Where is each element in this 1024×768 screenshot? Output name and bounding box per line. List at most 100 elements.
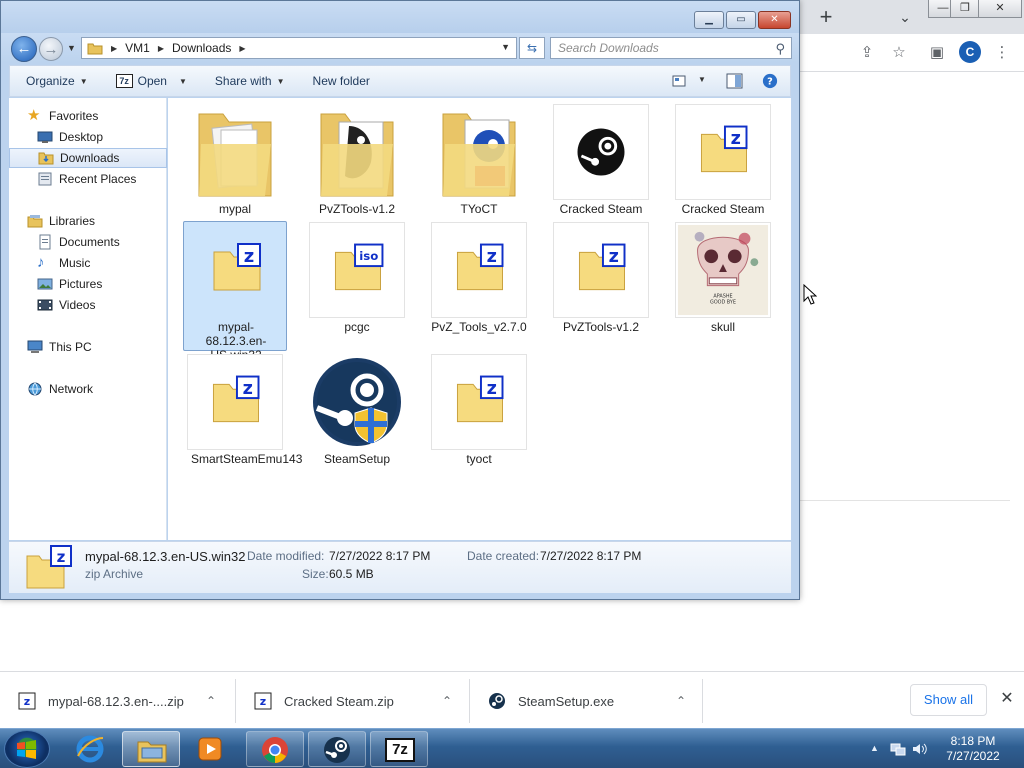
nav-network[interactable]: Network [27,379,185,399]
browser-close-button[interactable]: ✕ [978,0,1022,18]
preview-pane-icon[interactable] [726,73,744,89]
file-name: TYoCT [460,202,498,216]
new-folder-label: New folder [312,74,370,88]
folder-icon [309,104,405,200]
file-item[interactable]: TYoCT [427,104,531,220]
search-icon[interactable]: ⚲ [775,39,785,59]
browser-restore-button[interactable]: ❐ [950,0,980,18]
nav-favorites[interactable]: ★ Favorites [27,106,185,126]
file-item[interactable]: PvZTools-v1.2 [305,104,409,220]
show-hidden-icons-icon[interactable]: ▲ [870,743,879,753]
svg-text:z: z [487,379,497,399]
file-item[interactable]: z PvZ_Tools_v2.7.0 [427,222,531,338]
navigation-pane: ★ Favorites Desktop Downloads Recent Pla… [9,98,167,540]
file-item[interactable]: APASHE GOOD BYE skull [671,222,775,338]
file-item[interactable]: z SmartSteamEmu143 [183,354,302,484]
maximize-button[interactable]: ▭ [726,11,756,29]
file-item[interactable]: z PvZTools-v1.2 [549,222,653,338]
volume-icon[interactable] [911,741,927,757]
profile-avatar[interactable]: C [959,41,981,63]
chevron-up-icon[interactable]: ⌃ [676,694,686,708]
download-filename: SteamSetup.exe [518,693,615,709]
breadcrumb-downloads[interactable]: Downloads [172,41,231,55]
tab-search-chevron-icon[interactable]: ⌄ [893,6,917,28]
file-item[interactable]: z Cracked Steam [671,104,775,220]
share-with-button[interactable]: Share with ▼ [215,74,285,88]
details-size-value: 60.5 MB [329,567,374,581]
download-item[interactable]: z Cracked Steam.zip ⌃ [236,679,470,723]
nav-this-pc-label: This PC [49,340,92,354]
breadcrumb-separator-icon: ▶ [157,43,164,53]
address-bar[interactable]: ▶ VM1 ▶ Downloads ▶ ▼ [81,37,517,59]
change-view-icon[interactable] [672,73,690,89]
side-panel-icon[interactable]: ▣ [926,42,948,64]
search-input[interactable]: Search Downloads ⚲ [550,37,792,59]
file-item[interactable]: z tyoct [427,354,531,470]
taskbar-7zip[interactable]: 7z [370,731,428,767]
bookmark-star-icon[interactable]: ☆ [888,42,910,64]
close-button[interactable]: ✕ [758,11,791,29]
svg-text:iso: iso [359,249,378,263]
svg-text:z: z [243,379,253,399]
back-arrow-icon[interactable]: ← [11,36,37,62]
new-folder-button[interactable]: New folder [313,74,370,88]
taskbar-chrome[interactable] [246,731,304,767]
breadcrumb-vm1[interactable]: VM1 [125,41,150,55]
file-item-selected[interactable]: z mypal-68.12.3.en-US.win32 [183,221,287,362]
nav-this-pc[interactable]: This PC [27,337,185,357]
nav-downloads[interactable]: Downloads [9,148,167,168]
breadcrumb-separator-icon: ▶ [111,43,118,53]
show-all-downloads-button[interactable]: Show all [910,684,987,716]
downloads-folder-icon [38,152,54,165]
forward-arrow-icon[interactable]: → [39,37,63,61]
share-icon[interactable]: ⇪ [856,42,878,64]
taskbar-steam[interactable] [308,731,366,767]
new-tab-button[interactable]: + [812,4,840,30]
folder-icon [431,104,527,200]
start-button[interactable] [4,730,50,768]
network-tray-icon[interactable] [890,741,906,757]
zip-archive-icon: z [431,354,527,450]
open-button[interactable]: 7z Open ▼ [115,74,187,88]
help-icon[interactable]: ? [761,73,779,89]
nav-favorites-label: Favorites [49,109,99,123]
details-created-label: Date created: [467,549,540,563]
nav-videos-label: Videos [59,298,96,312]
file-name: pcgc [344,320,370,334]
svg-text:z: z [609,247,619,267]
download-item[interactable]: z mypal-68.12.3.en-....zip ⌃ [0,679,236,723]
close-shelf-icon[interactable]: ✕ [996,688,1018,710]
clock-date: 7/27/2022 [946,749,1000,763]
view-dropdown-icon[interactable]: ▼ [698,75,706,84]
steam-installer-icon [309,354,405,450]
zip-archive-icon: z [675,104,771,200]
download-item[interactable]: SteamSetup.exe ⌃ [470,679,703,723]
recent-pages-dropdown-icon[interactable]: ▼ [67,43,76,53]
zip-archive-icon: z [553,222,649,318]
details-created-value: 7/27/2022 8:17 PM [540,549,642,563]
chevron-up-icon[interactable]: ⌃ [442,694,452,708]
organize-button[interactable]: Organize ▼ [26,74,88,88]
file-item[interactable]: SteamSetup [305,354,409,470]
file-item[interactable]: iso pcgc [305,222,409,338]
file-item[interactable]: mypal [183,104,287,220]
refresh-icon[interactable]: ⇆ [519,37,545,59]
taskbar-media-player[interactable] [182,731,240,767]
zip-archive-icon: z [431,222,527,318]
system-clock[interactable]: 8:18 PM 7/27/2022 [940,734,1006,764]
recent-places-icon [38,172,52,186]
taskbar-file-explorer[interactable] [122,731,180,767]
address-dropdown-icon[interactable]: ▼ [501,42,510,52]
browser-menu-icon[interactable]: ⋮ [991,42,1013,64]
nav-pictures-label: Pictures [59,277,103,291]
nav-libraries[interactable]: Libraries [27,211,185,231]
file-item[interactable]: Cracked Steam [549,104,653,220]
chevron-up-icon[interactable]: ⌃ [206,694,216,708]
download-filename: mypal-68.12.3.en-....zip [48,693,184,709]
file-name: skull [710,320,735,334]
desktop-icon [37,131,53,143]
taskbar-internet-explorer[interactable] [62,731,120,767]
minimize-button[interactable]: ▁ [694,11,724,29]
zip-archive-icon: z [187,354,283,450]
computer-icon [27,340,43,353]
